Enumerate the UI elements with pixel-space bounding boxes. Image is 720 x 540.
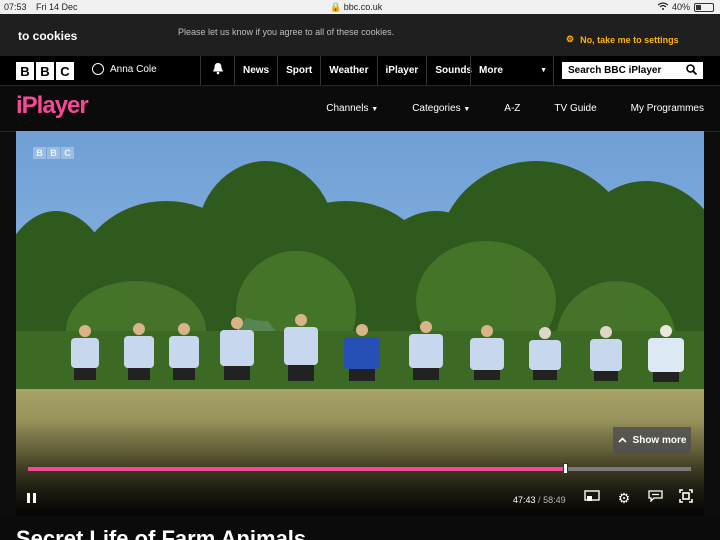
nav-link-news[interactable]: News <box>234 56 277 85</box>
cookie-banner-title: to cookies <box>18 29 78 43</box>
account-link[interactable]: Anna Cole <box>92 63 157 75</box>
iplayer-nav-links: Channels ▼ Categories ▼ A-Z TV Guide My … <box>326 86 704 131</box>
bbc-nav-links: News Sport Weather iPlayer Sounds <box>234 56 480 85</box>
gear-icon: ⚙ <box>566 34 575 44</box>
battery-icon <box>694 2 714 12</box>
subtitles-button[interactable] <box>647 489 663 507</box>
time-separator: / <box>538 495 541 505</box>
more-menu-button[interactable]: More ▼ <box>470 56 554 85</box>
status-bar: 07:53 Fri 14 Dec 🔒 bbc.co.uk 40% <box>0 0 720 14</box>
nav-categories-label: Categories <box>412 103 461 114</box>
user-icon <box>92 63 104 75</box>
nav-channels[interactable]: Channels ▼ <box>326 103 378 114</box>
address-bar[interactable]: 🔒 bbc.co.uk <box>330 2 382 13</box>
gear-icon: ⚙ <box>617 489 631 506</box>
more-label: More <box>479 65 503 76</box>
caret-down-icon: ▼ <box>540 67 547 74</box>
cookie-banner-message: Please let us know if you agree to all o… <box>178 27 395 37</box>
nav-link-sport[interactable]: Sport <box>277 56 320 85</box>
search-placeholder: Search BBC iPlayer <box>568 65 662 76</box>
video-player[interactable]: B B C Show more 47:43 / 58:49 ⚙ <box>16 131 704 516</box>
chevron-down-icon: ▼ <box>463 106 471 113</box>
bbc-watermark-letter: B <box>33 147 46 159</box>
elapsed-time: 47:43 <box>513 495 536 505</box>
show-more-label: Show more <box>632 435 687 446</box>
nav-channels-label: Channels <box>326 103 369 114</box>
bbc-logo-letter: C <box>56 62 74 80</box>
bbc-logo[interactable]: B B C <box>16 62 74 80</box>
iplayer-nav: iPlayer Channels ▼ Categories ▼ A-Z TV G… <box>0 86 720 132</box>
chevron-down-icon: ▼ <box>371 106 379 113</box>
pause-button[interactable] <box>27 493 36 503</box>
nav-my-programmes[interactable]: My Programmes <box>631 103 704 114</box>
address-url: bbc.co.uk <box>343 2 383 12</box>
account-name: Anna Cole <box>110 63 157 75</box>
notifications-button[interactable] <box>200 56 235 85</box>
bbc-logo-letter: B <box>36 62 54 80</box>
bbc-watermark-letter: B <box>47 147 60 159</box>
status-time: 07:53 <box>4 2 27 12</box>
pause-icon <box>27 493 30 503</box>
status-date: Fri 14 Dec <box>36 2 78 12</box>
fullscreen-icon <box>679 488 693 508</box>
playback-time: 47:43 / 58:49 <box>513 495 566 505</box>
video-frame <box>16 131 704 516</box>
bbc-watermark-letter: C <box>61 147 74 159</box>
status-indicators: 40% <box>657 2 714 12</box>
nav-link-weather[interactable]: Weather <box>320 56 376 85</box>
programme-title: Secret Life of Farm Animals <box>16 526 307 540</box>
nav-categories[interactable]: Categories ▼ <box>412 103 470 114</box>
nav-link-iplayer[interactable]: iPlayer <box>376 56 427 85</box>
settings-button[interactable]: ⚙ <box>616 489 632 506</box>
bbc-global-nav: B B C Anna Cole News Sport Weather iPlay… <box>0 56 720 86</box>
lock-icon: 🔒 <box>330 2 342 12</box>
bell-icon <box>212 62 224 80</box>
cookie-settings-link[interactable]: ⚙ No, take me to settings <box>566 34 679 45</box>
cookie-settings-label: No, take me to settings <box>580 34 679 45</box>
subtitles-icon <box>647 489 663 507</box>
cast-icon <box>584 489 600 507</box>
search-icon <box>686 63 698 78</box>
bbc-channel-watermark: B B C <box>33 147 74 159</box>
search-input[interactable]: Search BBC iPlayer <box>562 62 703 79</box>
pause-icon <box>33 493 36 503</box>
fullscreen-button[interactable] <box>678 488 694 508</box>
show-more-button[interactable]: Show more <box>613 427 691 454</box>
scrubber-handle[interactable] <box>562 463 568 474</box>
nav-a-z[interactable]: A-Z <box>504 103 520 114</box>
bbc-logo-letter: B <box>16 62 34 80</box>
progress-played <box>28 467 566 471</box>
programme-info: Secret Life of Farm Animals <box>0 516 720 540</box>
wifi-icon <box>657 2 669 12</box>
duration-time: 58:49 <box>543 495 566 505</box>
nav-tv-guide[interactable]: TV Guide <box>554 103 596 114</box>
battery-percent: 40% <box>671 2 690 12</box>
iplayer-logo[interactable]: iPlayer <box>16 92 89 120</box>
cookie-banner: to cookies Please let us know if you agr… <box>0 14 720 56</box>
progress-bar[interactable] <box>28 463 691 474</box>
cast-button[interactable] <box>584 489 600 507</box>
chevron-up-icon <box>617 435 627 446</box>
